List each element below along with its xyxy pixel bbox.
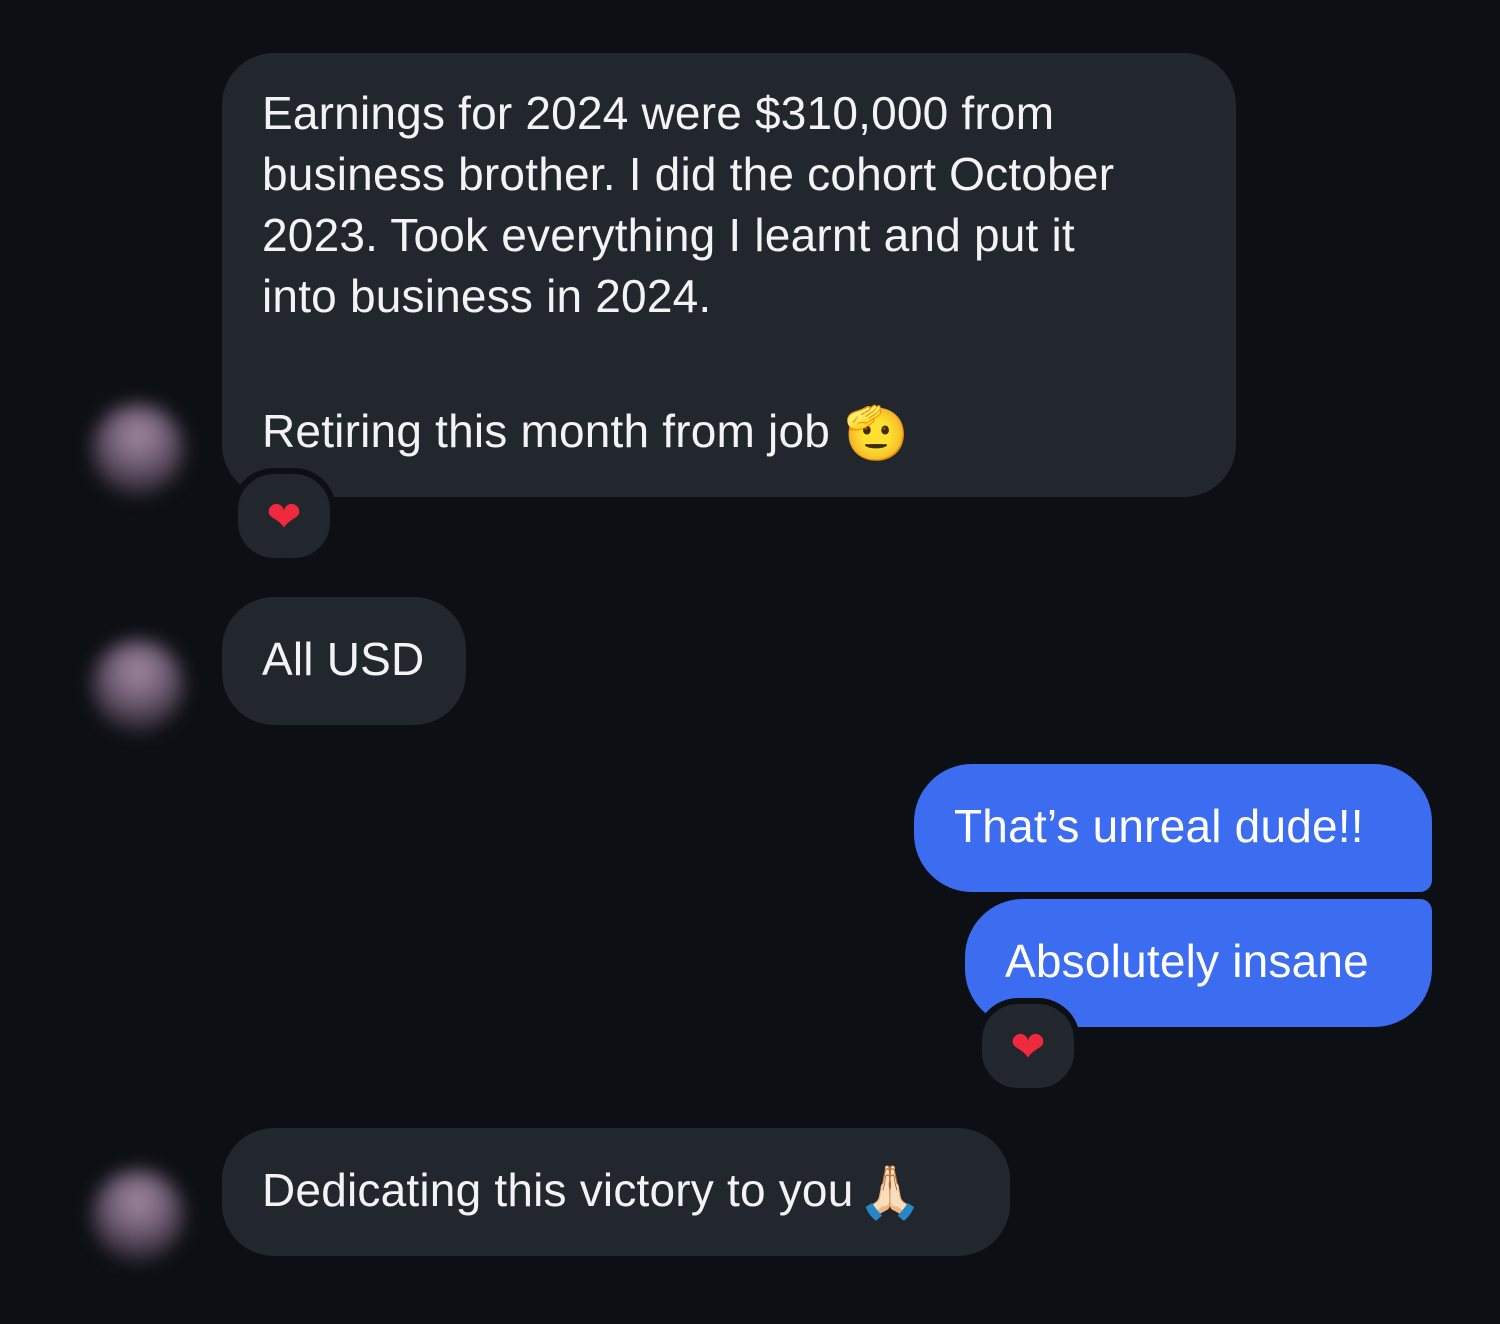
heart-reaction[interactable]: ❤: [232, 468, 336, 564]
message-text-line: Earnings for 2024 were $310,000 from: [262, 87, 1055, 139]
message-bubble-incoming[interactable]: Dedicating this victory to you🙏🏻: [222, 1128, 1010, 1256]
message-text-line: 2023. Took everything I learnt and put i…: [262, 209, 1075, 261]
message-text: All USD: [262, 633, 425, 685]
message-text-line: into business in 2024.: [262, 270, 712, 322]
message-text: Absolutely insane: [1005, 935, 1369, 987]
heart-icon: ❤: [1010, 1022, 1046, 1070]
message-text: That’s unreal dude!!: [954, 800, 1364, 852]
message-text-line: business brother. I did the cohort Octob…: [262, 148, 1115, 200]
saluting-face-icon: 🫡: [844, 405, 909, 463]
message-bubble-outgoing[interactable]: That’s unreal dude!!: [914, 764, 1432, 892]
message-bubble-incoming[interactable]: All USD: [222, 597, 466, 725]
heart-reaction[interactable]: ❤: [976, 998, 1080, 1094]
heart-icon: ❤: [266, 492, 302, 540]
message-text-line: Retiring this month from job 🫡: [262, 401, 1196, 465]
message-text: Retiring this month from job: [262, 405, 831, 457]
message-text: Dedicating this victory to you: [262, 1164, 854, 1216]
avatar[interactable]: [92, 1170, 184, 1262]
folded-hands-icon: 🙏🏻: [857, 1164, 923, 1222]
avatar[interactable]: [92, 640, 184, 732]
chat-thread: Earnings for 2024 were $310,000 from bus…: [0, 0, 1500, 1324]
message-bubble-incoming[interactable]: Earnings for 2024 were $310,000 from bus…: [222, 53, 1236, 497]
message-text-line: Dedicating this victory to you🙏🏻: [262, 1160, 970, 1224]
avatar[interactable]: [92, 404, 184, 496]
